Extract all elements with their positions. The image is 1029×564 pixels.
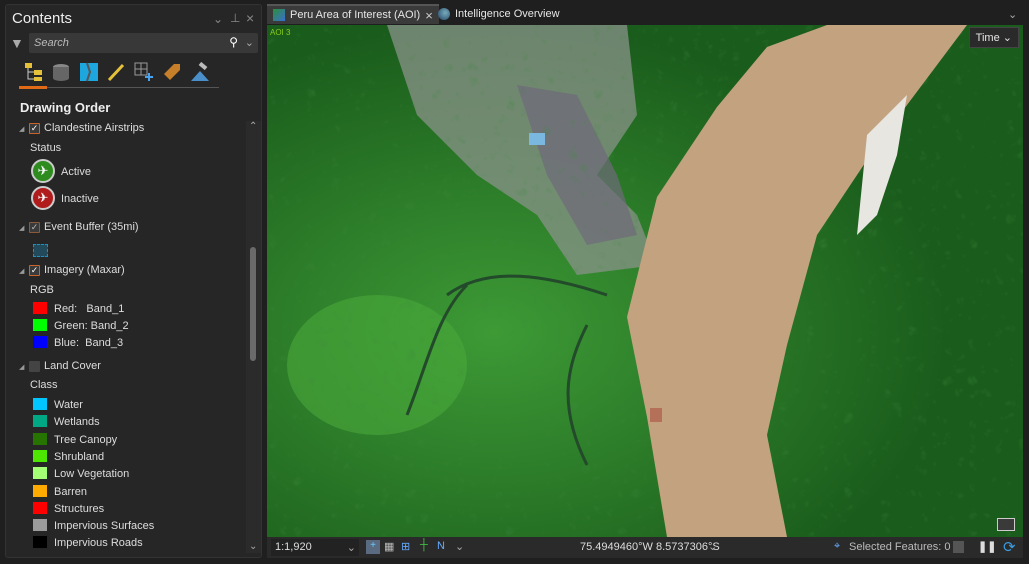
legend-label: Barren: [54, 485, 88, 498]
airplane-active-icon: ✈: [31, 159, 55, 183]
status-bar: 1:1,920 ⌄ + ▦ ⊞ ┼ N ⌄ 75.4949460°W 8.5737…: [267, 537, 1023, 558]
notifications-icon[interactable]: [997, 518, 1015, 531]
grid-icon[interactable]: ▦: [384, 540, 394, 553]
map-view[interactable]: AOI 3 Time ⌄: [267, 25, 1023, 537]
satellite-imagery: AOI 3: [267, 25, 1023, 537]
chevron-down-icon[interactable]: ⌄: [245, 36, 254, 49]
list-by-drawing-order-icon[interactable]: [23, 61, 45, 83]
legend-swatch: [33, 449, 47, 462]
legend-label: Blue: Band_3: [54, 337, 124, 349]
legend-label: Green: Band_2: [54, 320, 129, 332]
list-by-selection-icon[interactable]: [78, 61, 100, 83]
layer-visibility-checkbox[interactable]: ✓: [29, 265, 40, 276]
pane-options-icon[interactable]: ⌄: [213, 12, 223, 26]
scrollbar[interactable]: ⌃ ⌄: [246, 121, 261, 553]
legend-swatch: [33, 519, 47, 532]
expand-icon[interactable]: ◢: [19, 267, 24, 275]
legend-swatch: [33, 432, 47, 445]
field-label: Class: [30, 379, 58, 391]
map-icon: [273, 9, 285, 21]
legend-swatch: [33, 398, 47, 410]
legend-label: Water: [54, 399, 83, 411]
tabs-overflow-icon[interactable]: ⌄: [1008, 8, 1017, 21]
scale-selector[interactable]: 1:1,920 ⌄: [271, 539, 359, 556]
section-heading: Drawing Order: [20, 100, 111, 115]
tab-divider: [47, 87, 219, 88]
aoi-label: AOI 3: [270, 28, 291, 37]
layer-name[interactable]: Clandestine Airstrips: [44, 122, 144, 134]
list-by-snapping-icon[interactable]: [133, 61, 155, 83]
list-by-labeling-icon[interactable]: [161, 61, 183, 83]
legend-label: Impervious Surfaces: [54, 520, 155, 533]
tab-intelligence-overview[interactable]: Intelligence Overview: [432, 4, 566, 24]
legend-label: Structures: [54, 502, 105, 515]
search-icon[interactable]: ⚲: [229, 35, 238, 49]
filter-icon[interactable]: ▼: [10, 35, 24, 51]
layer-name[interactable]: Land Cover: [44, 360, 101, 372]
scrollbar-thumb[interactable]: [250, 247, 256, 361]
legend-swatch: [33, 302, 47, 314]
selection-icon[interactable]: ⌖: [834, 540, 840, 553]
clear-selection-icon[interactable]: [953, 541, 964, 553]
legend-label: Tree Canopy: [54, 433, 118, 446]
north-arrow-icon[interactable]: N: [437, 540, 445, 552]
tab-label: Intelligence Overview: [455, 8, 560, 20]
layer-visibility-checkbox[interactable]: [29, 361, 40, 372]
globe-icon: [438, 8, 450, 20]
list-by-source-icon[interactable]: [50, 61, 72, 83]
legend-label: Red: Band_1: [54, 303, 125, 315]
legend-label: Shrubland: [54, 450, 105, 463]
expand-icon[interactable]: ◢: [19, 363, 24, 371]
list-by-perspective-imagery-icon[interactable]: [189, 61, 211, 83]
field-label: RGB: [30, 284, 54, 296]
field-label: Status: [30, 142, 62, 154]
pane-title: Contents: [12, 10, 73, 27]
expand-icon[interactable]: ◢: [19, 125, 24, 133]
layer-visibility-checkbox[interactable]: ✓: [29, 222, 40, 233]
list-by-editing-icon[interactable]: [105, 61, 127, 83]
snapping-icon[interactable]: ⊞: [401, 540, 410, 553]
refresh-icon[interactable]: ⟳: [1003, 538, 1016, 556]
close-icon[interactable]: ×: [246, 10, 254, 26]
layer-name[interactable]: Imagery (Maxar): [44, 264, 125, 276]
tab-peru-aoi[interactable]: Peru Area of Interest (AOI) ×: [267, 4, 439, 24]
legend-swatch: [33, 484, 47, 497]
selected-features-count: Selected Features: 0: [849, 541, 951, 553]
legend-label: Impervious Roads: [54, 537, 143, 550]
time-button[interactable]: Time ⌄: [968, 27, 1019, 48]
legend-swatch: [33, 415, 47, 428]
legend-label: Active: [61, 166, 91, 178]
airplane-inactive-icon: ✈: [31, 186, 55, 210]
layer-name[interactable]: Event Buffer (35mi): [44, 221, 139, 233]
legend-swatch: [33, 336, 47, 348]
pin-icon[interactable]: ⊥: [230, 11, 240, 25]
legend-swatch: [33, 536, 47, 549]
coordinate-readout: 75.4949460°W 8.5737306°S: [580, 541, 720, 553]
navigation-tool-icon[interactable]: +: [366, 540, 380, 554]
layer-visibility-checkbox[interactable]: ✓: [29, 123, 40, 134]
chevron-down-icon[interactable]: ⌄: [455, 540, 464, 553]
pause-drawing-icon[interactable]: ❚❚: [978, 540, 996, 553]
contents-pane: Contents ⌄ ⊥ × ▼ Search ⚲ ⌄ Drawing Orde…: [5, 4, 262, 558]
tab-label: Peru Area of Interest (AOI): [290, 9, 421, 21]
legend-label: Wetlands: [54, 416, 100, 429]
active-tab-indicator: [19, 86, 47, 89]
legend-swatch: [33, 467, 47, 480]
legend-label: Low Vegetation: [54, 468, 130, 481]
expand-icon[interactable]: ◢: [19, 224, 24, 232]
legend-label: Inactive: [61, 193, 99, 205]
legend-swatch: [33, 319, 47, 331]
search-input[interactable]: Search ⚲ ⌄: [29, 33, 258, 53]
coordinate-icon[interactable]: ┼: [420, 539, 428, 551]
legend-swatch: [33, 501, 47, 514]
coordinate-format-dropdown[interactable]: ⌄: [708, 540, 717, 553]
buffer-symbol: [33, 244, 48, 257]
